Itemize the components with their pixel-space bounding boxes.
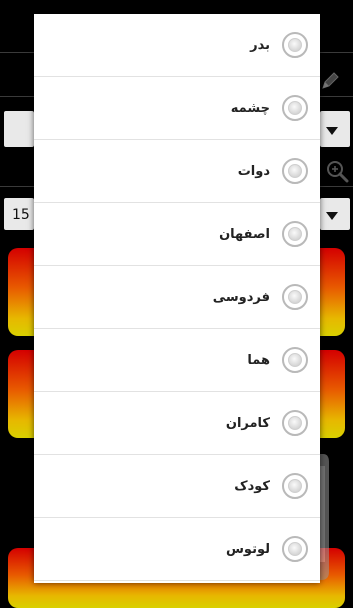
font-option-label: بدر: [250, 37, 270, 53]
radio-dot-icon: [288, 38, 302, 52]
font-option-label: اصفهان: [219, 226, 270, 242]
font-option[interactable]: کودک: [34, 455, 320, 518]
radio-button[interactable]: [282, 284, 308, 310]
radio-dot-icon: [288, 101, 302, 115]
radio-button[interactable]: [282, 410, 308, 436]
chevron-down-icon[interactable]: [326, 127, 338, 135]
font-option[interactable]: فردوسی: [34, 266, 320, 329]
font-option[interactable]: اصفهان: [34, 203, 320, 266]
radio-dot-icon: [288, 479, 302, 493]
radio-dot-icon: [288, 290, 302, 304]
font-option-label: لوتوس: [225, 541, 270, 557]
radio-button[interactable]: [282, 221, 308, 247]
radio-dot-icon: [288, 542, 302, 556]
font-option[interactable]: هما: [34, 329, 320, 392]
font-option[interactable]: کامران: [34, 392, 320, 455]
font-option-label: کامران: [225, 415, 270, 431]
font-option[interactable]: دوات: [34, 140, 320, 203]
radio-dot-icon: [288, 227, 302, 241]
radio-dot-icon: [288, 164, 302, 178]
font-option-label: هما: [247, 352, 270, 368]
radio-dot-icon: [288, 353, 302, 367]
radio-button[interactable]: [282, 536, 308, 562]
font-option-label: کودک: [234, 478, 270, 494]
zoom-icon[interactable]: [325, 159, 349, 183]
radio-button[interactable]: [282, 473, 308, 499]
font-option[interactable]: لوتوس: [34, 518, 320, 581]
font-option[interactable]: بدر: [34, 14, 320, 77]
radio-button[interactable]: [282, 32, 308, 58]
radio-button[interactable]: [282, 347, 308, 373]
font-option-label: چشمه: [230, 100, 270, 116]
size-spinner-value: 15: [12, 207, 30, 223]
radio-dot-icon: [288, 416, 302, 430]
font-option-label: فردوسی: [212, 289, 270, 305]
font-option-label: دوات: [237, 163, 270, 179]
pencil-icon[interactable]: [319, 70, 341, 92]
radio-button[interactable]: [282, 95, 308, 121]
chevron-down-icon[interactable]: [326, 212, 338, 220]
font-spinner-left[interactable]: [4, 111, 34, 147]
font-option[interactable]: چشمه: [34, 77, 320, 140]
radio-button[interactable]: [282, 158, 308, 184]
font-select-dialog: بدر چشمه دوات اصفهان فردوسی هما کامران کودک لوتو…: [34, 14, 320, 583]
